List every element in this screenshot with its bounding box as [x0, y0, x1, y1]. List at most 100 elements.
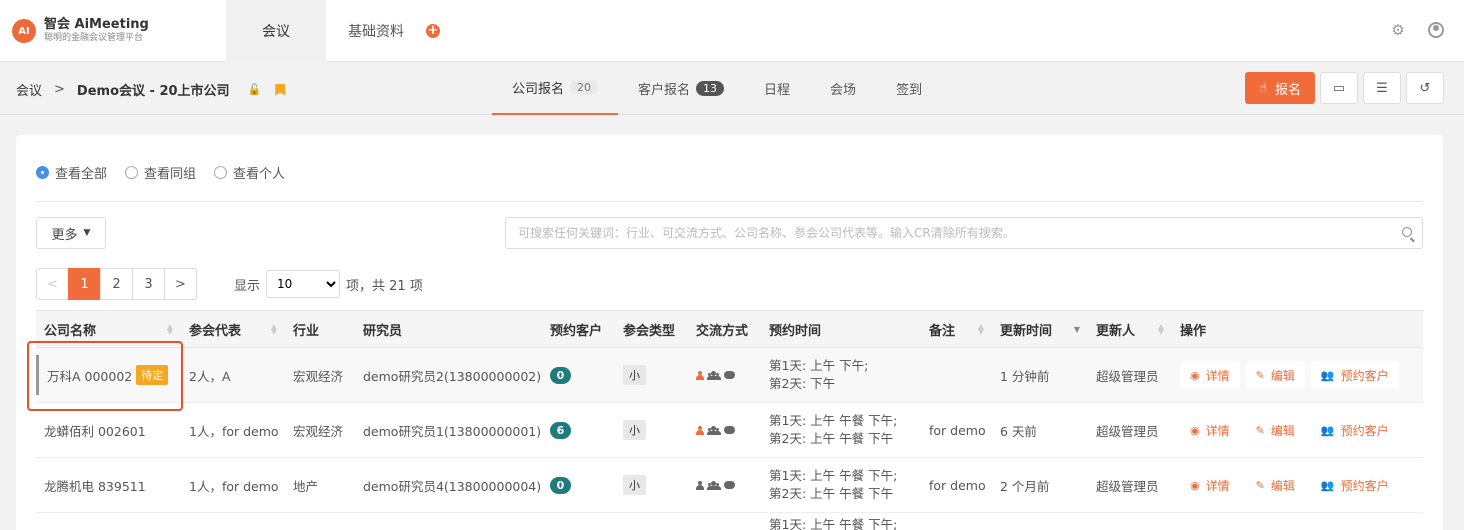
- cell-actions: ◉ 详情 ✎ 编辑 👥 预约客户: [1172, 458, 1423, 512]
- tab-meeting[interactable]: 会议: [226, 0, 326, 62]
- col-note[interactable]: 备注 ▲ ▼: [921, 311, 992, 347]
- edit-label: 编辑: [1270, 368, 1295, 383]
- tab-checkin[interactable]: 签到: [896, 62, 922, 115]
- count-badge: 13: [696, 81, 725, 96]
- time-line: 第1天: 上午 午餐 下午;: [769, 413, 898, 428]
- detail-button[interactable]: ◉ 详情: [1180, 416, 1240, 444]
- reserve-client-button[interactable]: 👥 预约客户: [1311, 471, 1399, 499]
- col-reps[interactable]: 参会代表 ▲ ▼: [181, 311, 285, 347]
- caret-down-icon: ▼: [83, 228, 91, 238]
- reserve-client-button[interactable]: 👥 预约客户: [1311, 416, 1399, 444]
- breadcrumb-root[interactable]: 会议: [16, 80, 42, 99]
- cell-note: for demo: [929, 477, 986, 493]
- cell-updater: 超级管理员: [1096, 368, 1159, 384]
- reserve-client-button[interactable]: 👥 预约客户: [1310, 361, 1399, 389]
- sliders-icon: ☰: [1376, 80, 1388, 96]
- cell-actions: ◉ 详情 ✎ 编辑 👥 预约客户: [1172, 348, 1423, 402]
- sort-icon: ▲ ▼: [270, 322, 277, 336]
- tab-company-registration[interactable]: 公司报名 20: [492, 62, 619, 115]
- tab-client-registration[interactable]: 客户报名 13: [638, 62, 725, 115]
- col-updated[interactable]: 更新时间 ▼: [992, 311, 1088, 347]
- chat-icon: [724, 426, 735, 434]
- company-name[interactable]: 万科A 000002: [47, 366, 132, 385]
- time-line: 第1天: 上午 午餐 下午;: [769, 468, 898, 483]
- logo-mark: AI: [12, 19, 36, 43]
- cell-industry: 宏观经济: [293, 368, 344, 384]
- client-count-badge[interactable]: 6: [550, 421, 571, 439]
- col-updater[interactable]: 更新人 ▲ ▼: [1088, 311, 1172, 347]
- cell-reserve-time: 第1天: 上午 午餐 下午;: [769, 517, 898, 530]
- cell-reps: 1人，for demo: [189, 478, 279, 494]
- client-count-badge[interactable]: 0: [550, 476, 571, 494]
- type-tag: 小: [623, 420, 646, 440]
- radio-view-group[interactable]: 查看同组: [125, 163, 196, 182]
- person-icon: [696, 480, 704, 490]
- edit-button[interactable]: ✎ 编辑: [1246, 471, 1305, 499]
- cell-reserve-time: 第1天: 上午 下午; 第2天: 下午: [761, 348, 921, 402]
- edit-button[interactable]: ✎ 编辑: [1246, 416, 1305, 444]
- company-name[interactable]: 龙腾机电 839511: [44, 476, 146, 495]
- page-size-select[interactable]: 10: [266, 270, 341, 298]
- client-count-badge[interactable]: 0: [550, 366, 571, 384]
- person-icon: [696, 370, 704, 380]
- cell-updated: 2 个月前: [1000, 478, 1050, 494]
- settings-button[interactable]: ☰: [1363, 72, 1401, 104]
- cell-clients: 0: [542, 348, 615, 402]
- more-label: 更多: [51, 227, 78, 243]
- radio-view-all[interactable]: 查看全部: [36, 163, 107, 182]
- header-label: 备注: [929, 323, 956, 339]
- search-box: [505, 217, 1423, 249]
- user-icon[interactable]: [1428, 22, 1444, 38]
- lock-icon[interactable]: 🔓: [248, 83, 262, 96]
- cell-reserve-time: 第1天: 上午 午餐 下午; 第2天: 上午 午餐 下午: [761, 458, 921, 512]
- time-line: 第2天: 上午 午餐 下午: [769, 486, 894, 501]
- cell-clients: 6: [542, 403, 615, 457]
- cell-updater: 超级管理员: [1096, 423, 1159, 439]
- next-page-button[interactable]: >: [164, 268, 197, 300]
- radio-view-personal[interactable]: 查看个人: [214, 163, 285, 182]
- cell-communication: [688, 458, 761, 512]
- tab-venue[interactable]: 会场: [830, 62, 856, 115]
- table-row: 万科A 000002 待定 2人，A 宏观经济 demo研究员2(1380000…: [36, 348, 1423, 403]
- type-tag: 小: [623, 475, 646, 495]
- time-line: 第2天: 下午: [769, 376, 836, 391]
- cell-communication: [688, 403, 761, 457]
- content-panel: 查看全部 查看同组 查看个人 更多 ▼ < 1 2 3 > 显示 10 项，共 …: [16, 135, 1443, 530]
- type-tag: 小: [623, 365, 646, 385]
- top-nav: 会议 基础资料 +: [226, 0, 440, 62]
- page-3-button[interactable]: 3: [132, 268, 165, 300]
- hand-icon: ☝: [1259, 80, 1267, 96]
- group-icon: [707, 370, 721, 380]
- edit-button[interactable]: ✎ 编辑: [1245, 361, 1305, 389]
- monitor-button[interactable]: ▭: [1320, 72, 1358, 104]
- company-table: 公司名称 ▲ ▼ 参会代表 ▲ ▼ 行业 研究员 预约客户 参会类型 交流方式 预约时间…: [36, 310, 1423, 530]
- more-dropdown[interactable]: 更多 ▼: [36, 217, 106, 249]
- gear-icon[interactable]: ⚙: [1390, 22, 1406, 38]
- tab-schedule[interactable]: 日程: [764, 62, 790, 115]
- page-1-button[interactable]: 1: [68, 268, 101, 300]
- tab-basic-data[interactable]: 基础资料: [326, 0, 426, 62]
- register-button[interactable]: ☝ 报名: [1245, 72, 1315, 104]
- cell-industry: 宏观经济: [293, 423, 344, 439]
- detail-button[interactable]: ◉ 详情: [1180, 471, 1240, 499]
- logo[interactable]: AI 智会 AiMeeting 聪明的金融会议管理平台: [12, 18, 149, 44]
- detail-button[interactable]: ◉ 详情: [1180, 361, 1240, 389]
- search-icon[interactable]: [1402, 227, 1412, 237]
- table-row-partial: 第1天: 上午 午餐 下午;: [36, 513, 1423, 530]
- logo-title: 智会 AiMeeting: [44, 17, 149, 32]
- row-marker: [36, 355, 39, 395]
- register-label: 报名: [1274, 82, 1301, 98]
- radio-label: 查看同组: [144, 167, 197, 182]
- cell-reps: 1人，for demo: [189, 423, 279, 439]
- prev-page-button[interactable]: <: [36, 268, 69, 300]
- divider: [36, 201, 1423, 202]
- search-input[interactable]: [506, 218, 1422, 248]
- history-button[interactable]: ↺: [1406, 72, 1444, 104]
- page-2-button[interactable]: 2: [100, 268, 133, 300]
- reserve-label: 预约客户: [1340, 368, 1389, 383]
- col-company[interactable]: 公司名称 ▲ ▼: [36, 311, 181, 347]
- company-name[interactable]: 龙蟒佰利 002601: [44, 421, 146, 440]
- time-line: 第2天: 上午 午餐 下午: [769, 431, 894, 446]
- bookmark-icon[interactable]: [275, 83, 286, 96]
- add-icon[interactable]: +: [426, 24, 440, 38]
